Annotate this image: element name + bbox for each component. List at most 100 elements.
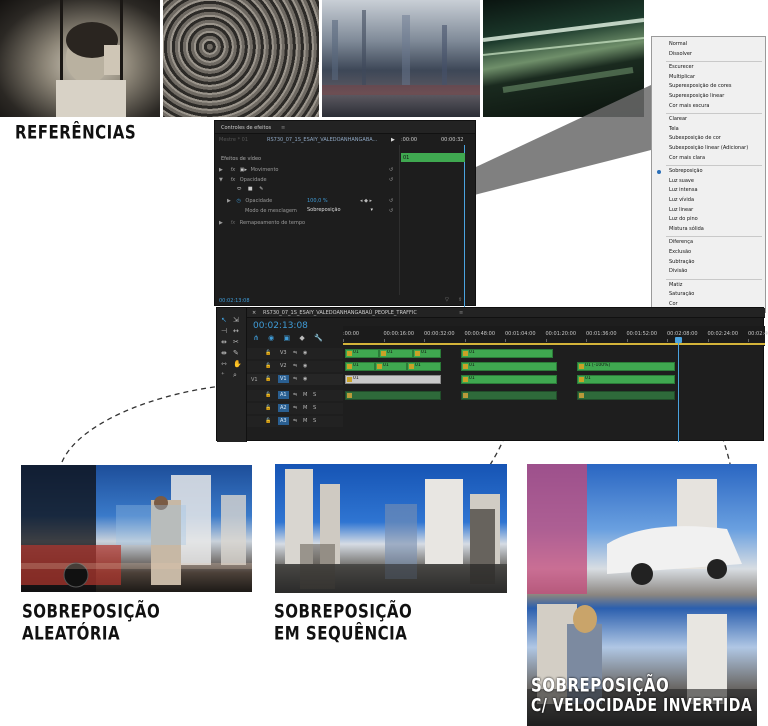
selection-tool-icon[interactable]: ↖ (221, 316, 227, 324)
eye-icon[interactable]: ◉ (303, 376, 307, 382)
lock-icon[interactable]: 🔓 (265, 350, 271, 356)
source-label[interactable]: Mestre * 01 (219, 137, 248, 145)
slide-tool-icon[interactable]: ⇿ (221, 360, 227, 368)
panel-menu-icon[interactable]: ≡ (281, 125, 285, 131)
reset-icon[interactable]: ↺ (389, 177, 393, 185)
stopwatch-icon[interactable]: ◷ (236, 198, 240, 204)
blend-mode-option[interactable]: Divisão (669, 268, 687, 276)
close-tab-icon[interactable]: × (252, 310, 256, 316)
blend-mode-option[interactable]: Luz linear (669, 207, 693, 215)
sync-lock-icon[interactable]: ⇋ (293, 392, 297, 398)
collapse-arrow-icon[interactable]: ▼ (219, 177, 223, 183)
video-clip[interactable]: 01 (461, 375, 557, 384)
blend-mode-option[interactable]: Clarear (669, 116, 687, 124)
filter-icon[interactable]: ▽ (445, 297, 449, 305)
ripple-edit-icon[interactable]: ⊣ (221, 327, 227, 335)
audio-clip[interactable] (577, 391, 675, 400)
mini-clip[interactable]: 01 (401, 153, 465, 162)
lock-icon[interactable]: 🔓 (265, 418, 271, 424)
zoom-out-icon[interactable]: ⁺ (221, 371, 225, 379)
sync-lock-icon[interactable]: ⇋ (293, 363, 297, 369)
reset-icon[interactable]: ↺ (389, 198, 393, 206)
zoom-tool-icon[interactable]: ⌕ (233, 371, 237, 380)
motion-row[interactable]: ▶ fx ▣▸ Movimento (219, 167, 278, 175)
opacity-row[interactable]: ▼ fx Opacidade (219, 177, 267, 185)
video-clip[interactable]: 01 (413, 349, 441, 358)
ellipse-mask-icon[interactable]: ⬭ (237, 186, 241, 192)
sequence-tab[interactable]: × RS730_07_1S_ESAIY_VALEDOANHANGABAÚ_PEO… (247, 308, 765, 318)
timeline-timecode[interactable]: 00:02:13:08 (253, 321, 308, 331)
sync-lock-icon[interactable]: ⇋ (293, 418, 297, 424)
rate-stretch-icon[interactable]: ⇹ (221, 338, 227, 346)
blend-mode-option[interactable]: Tela (669, 126, 679, 134)
effects-timecode[interactable]: 00:02:13:08 (219, 298, 250, 306)
blend-mode-option[interactable]: Superexposição de cores (669, 83, 731, 91)
add-marker-icon[interactable]: ▣ (283, 334, 290, 342)
blend-mode-option[interactable]: Cor mais clara (669, 155, 705, 163)
track-select-icon[interactable]: ⇲ (233, 316, 239, 324)
sync-lock-icon[interactable]: ⇋ (293, 350, 297, 356)
work-area-bar[interactable] (343, 343, 765, 345)
pen-mask-icon[interactable]: ✎ (259, 186, 263, 192)
video-clip[interactable]: 01 (577, 375, 675, 384)
keyframe-nav[interactable]: ◂ ◆ ▸ (360, 198, 372, 206)
video-clip[interactable]: 01 (461, 362, 557, 371)
video-clip[interactable]: 01 (375, 362, 407, 371)
time-ruler[interactable]: :00:00 00:00:16:00 00:00:32:00 00:00:48:00 0… (343, 326, 768, 346)
audio-clip[interactable] (345, 391, 441, 400)
sync-lock-icon[interactable]: ⇋ (293, 405, 297, 411)
blend-mode-option[interactable]: Subexposição linear (Adicionar) (669, 145, 748, 153)
blend-mode-option[interactable]: Luz do pino (669, 216, 698, 224)
eye-icon[interactable]: ◉ (303, 363, 307, 369)
blend-mode-option[interactable]: Luz vívida (669, 197, 694, 205)
reset-icon[interactable]: ↺ (389, 167, 393, 175)
rolling-edit-icon[interactable]: ↔ (233, 327, 239, 335)
blend-mode-option[interactable]: Normal (669, 41, 687, 49)
rectangle-mask-icon[interactable]: ■ (248, 186, 253, 192)
source-patch[interactable]: V1 (251, 377, 258, 383)
reset-icon[interactable]: ↺ (389, 208, 393, 216)
track-target[interactable]: V2 (278, 362, 289, 370)
mute-button[interactable]: M (303, 392, 307, 398)
snap-icon[interactable]: ⋔ (253, 334, 259, 342)
blend-mode-option[interactable]: Luz suave (669, 178, 694, 186)
expand-arrow-icon[interactable]: ▶ (219, 220, 223, 226)
blend-mode-dropdown[interactable]: Sobreposição ▾ (307, 207, 375, 215)
lock-icon[interactable]: 🔓 (265, 376, 271, 382)
lock-icon[interactable]: 🔓 (265, 363, 271, 369)
pen-tool-icon[interactable]: ✎ (233, 349, 239, 357)
hand-tool-icon[interactable]: ✋ (233, 360, 242, 368)
solo-button[interactable]: S (313, 418, 316, 424)
solo-button[interactable]: S (313, 392, 316, 398)
wrench-icon[interactable]: 🔧 (314, 334, 323, 342)
effect-controls-tab[interactable]: Controles de efeitos ≡ (215, 121, 475, 134)
blend-mode-option[interactable]: Cor mais escura (669, 103, 709, 111)
blend-mode-option[interactable]: Luz intensa (669, 187, 698, 195)
playhead-handle[interactable] (675, 337, 682, 343)
lock-icon[interactable]: 🔓 (265, 405, 271, 411)
opacity-value[interactable]: 100,0 % (307, 198, 328, 206)
blend-mode-option[interactable]: Subtração (669, 259, 694, 267)
video-clip[interactable]: 01 [-100%] (577, 362, 675, 371)
blend-mode-option[interactable]: Matiz (669, 282, 682, 290)
mute-button[interactable]: M (303, 418, 307, 424)
video-clip[interactable]: 01 (461, 349, 553, 358)
track-target[interactable]: V1 (278, 375, 289, 383)
marker-icon[interactable]: ◆ (299, 334, 304, 342)
fx-badge-icon[interactable]: fx (230, 167, 235, 173)
expand-arrow-icon[interactable]: ▶ (391, 137, 395, 145)
expand-arrow-icon[interactable]: ▶ (227, 198, 231, 204)
audio-clip[interactable] (461, 391, 557, 400)
time-remap-row[interactable]: ▶ fx Remapeamento de tempo (219, 220, 305, 228)
track-target[interactable]: A3 (278, 417, 289, 425)
blend-mode-option[interactable]: Dissolver (669, 51, 692, 59)
blend-mode-option[interactable]: Exclusão (669, 249, 691, 257)
video-clip[interactable]: 01 (345, 362, 375, 371)
track-target[interactable]: A2 (278, 404, 289, 412)
playhead[interactable] (678, 339, 679, 442)
fx-badge-icon[interactable]: fx (230, 220, 235, 226)
track-target[interactable]: A1 (278, 391, 289, 399)
solo-button[interactable]: S (313, 405, 316, 411)
mute-button[interactable]: M (303, 405, 307, 411)
blend-mode-option[interactable]: Escurecer (669, 64, 694, 72)
